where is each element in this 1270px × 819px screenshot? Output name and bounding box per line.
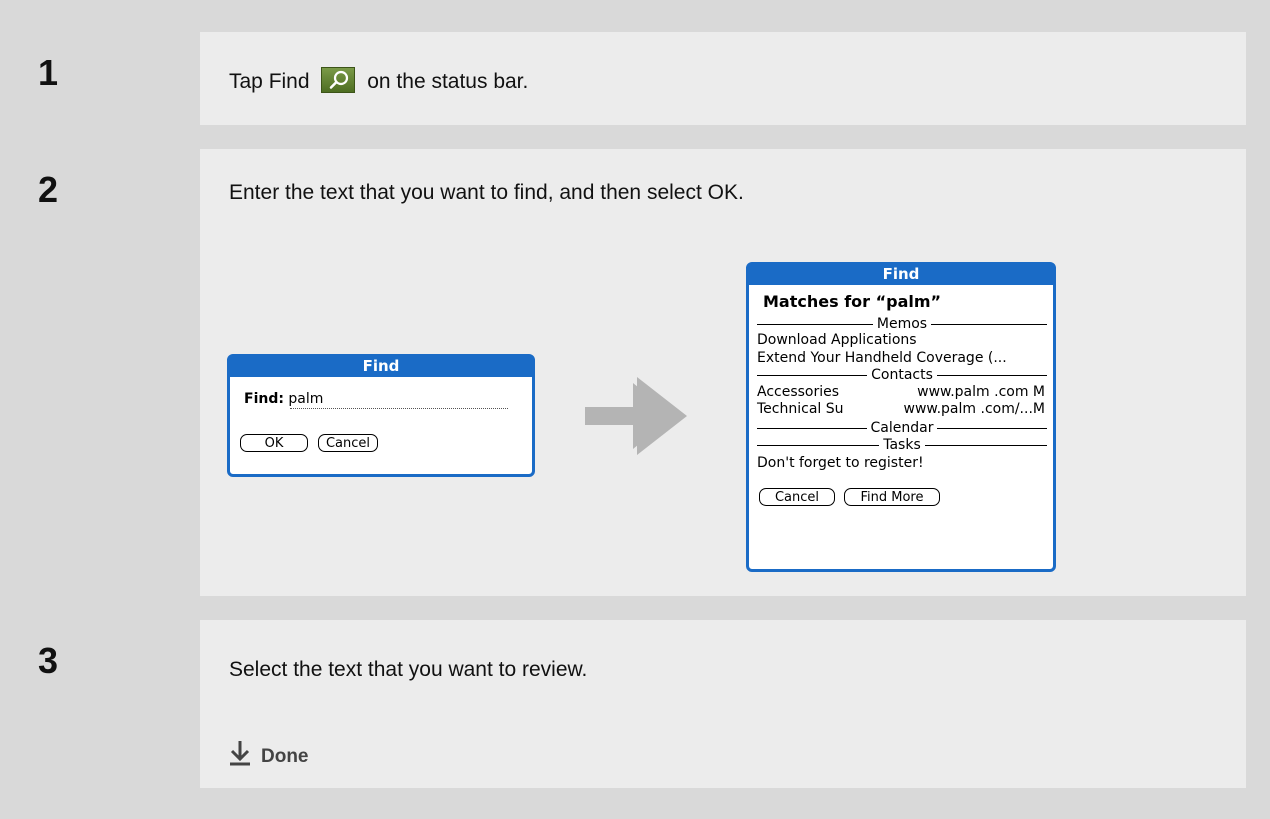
step-instruction: Tap Find on the status bar.	[229, 67, 528, 94]
find-magnifier-icon	[321, 67, 356, 93]
section-label: Contacts	[867, 367, 937, 383]
contact-name: Technical Su	[757, 401, 844, 417]
find-more-button[interactable]: Find More	[844, 488, 940, 506]
result-item[interactable]: Extend Your Handheld Coverage (...	[757, 350, 1045, 366]
find-results-dialog: Find Matches for “palm” Memos Download A…	[746, 262, 1056, 572]
result-item[interactable]: Accessories www.palm .com M	[757, 384, 1045, 402]
step-3: 3 Select the text that you want to revie…	[0, 620, 1270, 788]
step-number: 3	[38, 640, 59, 681]
done-marker: Done	[229, 740, 309, 772]
find-field-value[interactable]: palm	[288, 391, 323, 407]
step-number-cell: 2	[0, 149, 200, 596]
cancel-button[interactable]: Cancel	[759, 488, 835, 506]
result-item[interactable]: Don't forget to register!	[757, 455, 1045, 471]
find-field-underline	[290, 408, 508, 409]
step-number: 2	[38, 169, 59, 210]
find-dialog-title: Find	[230, 357, 532, 377]
step-number: 1	[38, 52, 59, 93]
done-label: Done	[261, 746, 309, 767]
instruction-text-after: on the status bar.	[367, 70, 529, 93]
section-label: Calendar	[866, 420, 938, 436]
cancel-button[interactable]: Cancel	[318, 434, 378, 452]
section-memos: Memos	[757, 315, 1047, 333]
step-1: 1 Tap Find on the status bar.	[0, 32, 1270, 125]
step-body: Select the text that you want to review.…	[200, 620, 1246, 788]
right-arrow-icon	[585, 377, 687, 455]
find-field-row: Find: palm	[244, 391, 323, 407]
ok-button[interactable]: OK	[240, 434, 308, 452]
section-tasks: Tasks	[757, 436, 1047, 454]
step-body: Tap Find on the status bar.	[200, 32, 1246, 125]
results-heading: Matches for “palm”	[763, 292, 942, 311]
step-2: 2 Enter the text that you want to find, …	[0, 149, 1270, 596]
contact-value: www.palm .com/...M	[903, 401, 1045, 417]
contact-name: Accessories	[757, 384, 840, 400]
step-body: Enter the text that you want to find, an…	[200, 149, 1246, 596]
section-calendar: Calendar	[757, 419, 1047, 437]
results-dialog-title: Find	[749, 265, 1053, 285]
step-instruction: Select the text that you want to review.	[229, 658, 588, 681]
find-dialog: Find Find: palm OK Cancel	[227, 354, 535, 477]
done-down-arrow-icon	[229, 740, 251, 772]
find-field-label: Find:	[244, 391, 284, 407]
section-label: Memos	[872, 316, 932, 332]
result-item[interactable]: Technical Su www.palm .com/...M	[757, 401, 1045, 419]
step-number-cell: 1	[0, 32, 200, 125]
section-contacts: Contacts	[757, 366, 1047, 384]
result-item[interactable]: Download Applications	[757, 332, 1045, 348]
contact-value: www.palm .com M	[917, 384, 1045, 400]
instruction-text-before: Tap Find	[229, 70, 310, 93]
step-number-cell: 3	[0, 620, 200, 788]
step-instruction: Enter the text that you want to find, an…	[229, 181, 744, 204]
section-label: Tasks	[879, 437, 925, 453]
